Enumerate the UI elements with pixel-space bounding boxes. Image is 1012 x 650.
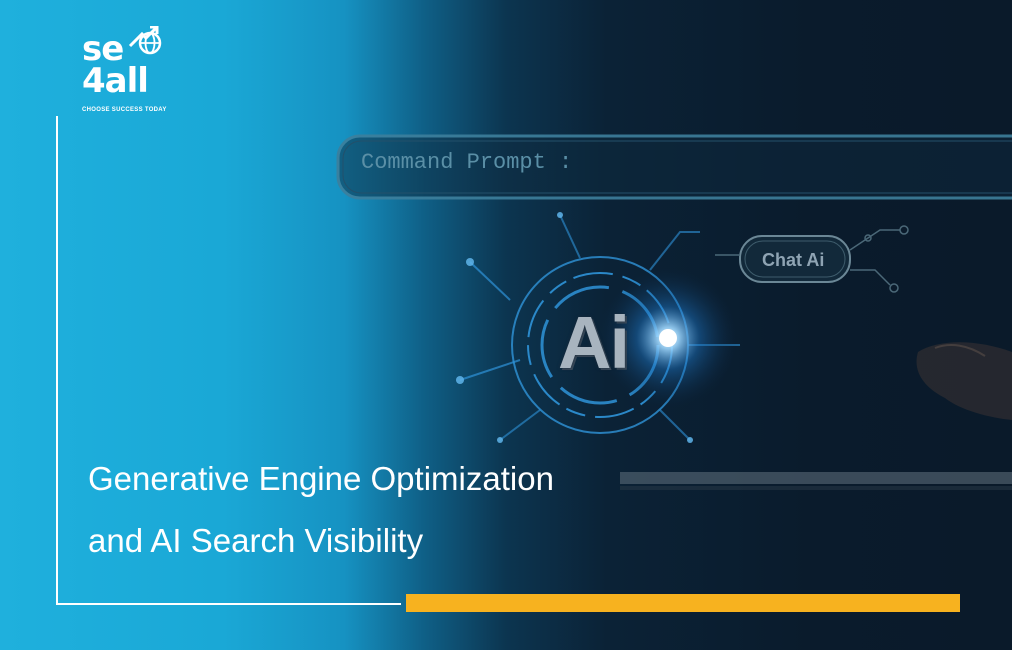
- logo-tagline: CHOOSE SUCCESS TODAY: [82, 107, 167, 113]
- frame-horizontal-line: [56, 603, 401, 605]
- headline-line-2: and AI Search Visibility: [88, 522, 424, 559]
- accent-bar: [406, 594, 960, 612]
- headline: Generative Engine Optimization and AI Se…: [88, 448, 648, 572]
- frame-vertical-line: [56, 116, 58, 605]
- seo4all-logo[interactable]: se 4all CHOOSE SUCCESS TODAY: [78, 26, 178, 120]
- globe-arrow-icon: [128, 26, 162, 55]
- chat-ai-label: Chat Ai: [762, 250, 825, 270]
- logo-text-4all: 4all: [82, 61, 149, 101]
- banner: Command Prompt : Chat Ai Ai se 4all CHOO…: [0, 0, 1012, 650]
- headline-line-1: Generative Engine Optimization: [88, 460, 554, 497]
- desk-line: [620, 472, 1012, 484]
- command-prompt-text: Command Prompt :: [361, 150, 573, 175]
- ai-label: Ai: [558, 301, 630, 384]
